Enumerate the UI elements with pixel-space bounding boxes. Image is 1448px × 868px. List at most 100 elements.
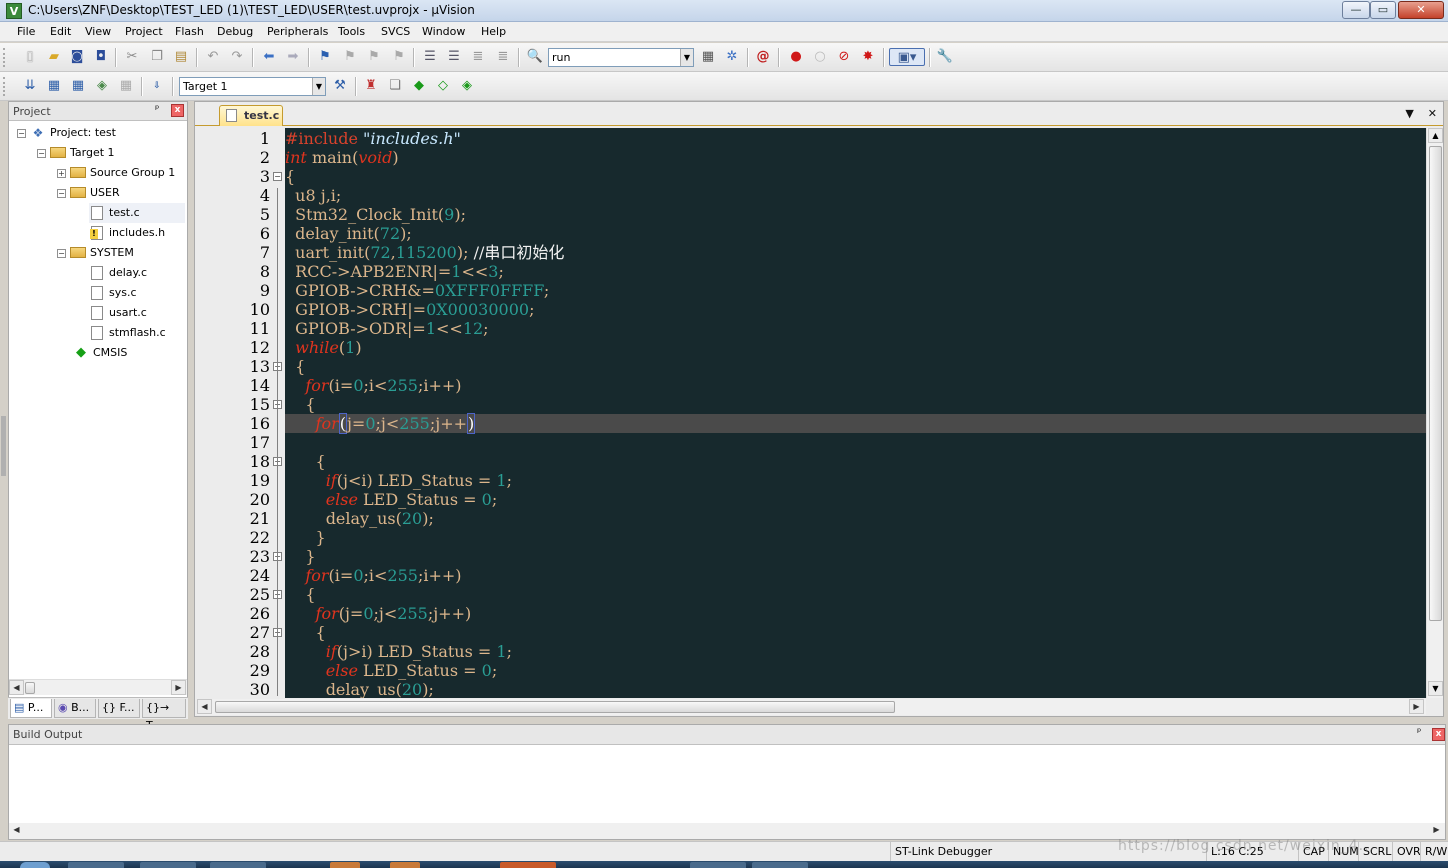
tree-item-cmsis[interactable]: ◆ CMSIS xyxy=(73,343,127,363)
tab-books[interactable]: ◉ B... xyxy=(54,699,96,718)
tab-project[interactable]: ▤ P... xyxy=(10,699,52,718)
tree-item-user-group[interactable]: − USER xyxy=(57,183,120,203)
editor-vscrollbar[interactable]: ▲ ▼ xyxy=(1426,128,1443,698)
start-debug-icon[interactable]: @ xyxy=(753,48,773,66)
code-area[interactable]: #include "includes.h" int main(void) { u… xyxy=(285,128,1426,698)
undo-icon[interactable]: ↶ xyxy=(203,48,223,66)
build-output-hscrollbar[interactable]: ◀ ▶ xyxy=(9,823,1445,839)
tree-item-project[interactable]: − ❖ Project: test xyxy=(17,123,116,143)
tree-item-file[interactable]: includes.h xyxy=(89,223,165,243)
prev-bookmark-icon[interactable]: ⚑ xyxy=(340,48,360,66)
insert-breakpoint-icon[interactable]: ● xyxy=(786,48,806,66)
find-combo[interactable]: run ▼ xyxy=(548,48,694,67)
scroll-down-icon[interactable]: ▼ xyxy=(1428,681,1443,696)
fold-collapse-icon[interactable]: − xyxy=(273,172,282,181)
next-bookmark-icon[interactable]: ⚑ xyxy=(364,48,384,66)
expand-icon[interactable]: + xyxy=(57,168,66,178)
tree-item-source-group[interactable]: + Source Group 1 xyxy=(57,163,175,183)
scroll-thumb[interactable] xyxy=(215,701,895,713)
scroll-thumb[interactable] xyxy=(25,682,35,694)
tree-item-file[interactable]: stmflash.c xyxy=(89,323,166,343)
redo-icon[interactable]: ↷ xyxy=(227,48,247,66)
collapse-icon[interactable]: − xyxy=(17,128,26,138)
enable-breakpoint-icon[interactable]: ○ xyxy=(810,48,830,66)
bookmark-icon[interactable]: ⚑ xyxy=(315,48,335,66)
translate-icon[interactable]: ⇊ xyxy=(20,77,40,95)
scroll-right-icon[interactable]: ▶ xyxy=(1409,699,1424,714)
batch-build-icon[interactable]: ◈ xyxy=(92,77,112,95)
close-panel-icon[interactable]: x xyxy=(171,104,184,117)
pack-installer-icon[interactable]: ◇ xyxy=(433,77,453,95)
maximize-button[interactable]: ▭ xyxy=(1370,1,1396,19)
menu-svcs[interactable]: SVCS xyxy=(381,25,410,38)
target-options-icon[interactable]: ⚒ xyxy=(330,77,350,95)
scroll-up-icon[interactable]: ▲ xyxy=(1428,128,1443,143)
editor-hscrollbar[interactable]: ◀ ▶ xyxy=(197,699,1426,715)
scroll-left-icon[interactable]: ◀ xyxy=(9,680,24,695)
target-select[interactable]: Target 1 ▼ xyxy=(179,77,326,96)
manage-project-items-icon[interactable]: ♜ xyxy=(361,77,381,95)
tree-item-file[interactable]: test.c xyxy=(89,203,185,223)
manage-runtime-icon[interactable]: ◆ xyxy=(409,77,429,95)
taskbar-item[interactable] xyxy=(690,862,746,868)
close-editor-icon[interactable]: ✕ xyxy=(1428,107,1437,120)
stop-build-icon[interactable]: ▦ xyxy=(116,77,136,95)
paste-icon[interactable]: ▤ xyxy=(171,48,191,66)
tree-item-file[interactable]: sys.c xyxy=(89,283,137,303)
find-icon[interactable]: ▦ xyxy=(698,48,718,66)
taskbar-item[interactable] xyxy=(330,862,360,868)
tab-functions[interactable]: {} F... xyxy=(98,699,140,718)
tab-templates[interactable]: {}→ T... xyxy=(142,699,186,732)
navigate-back-icon[interactable]: ⬅ xyxy=(259,48,279,66)
tab-test-c[interactable]: test.c xyxy=(219,105,283,126)
collapse-icon[interactable]: − xyxy=(57,188,66,198)
dock-splitter[interactable] xyxy=(1,416,6,476)
taskbar-item[interactable] xyxy=(210,862,266,868)
pin-icon[interactable]: ᵖ xyxy=(1417,727,1421,738)
start-button[interactable] xyxy=(20,862,50,868)
save-icon[interactable]: ◙ xyxy=(67,48,87,66)
scroll-thumb[interactable] xyxy=(1429,146,1442,621)
menu-tools[interactable]: Tools xyxy=(338,25,365,38)
taskbar-item[interactable] xyxy=(390,862,420,868)
project-hscrollbar[interactable]: ◀ ▶ xyxy=(9,679,187,695)
menu-peripherals[interactable]: Peripherals xyxy=(267,25,328,38)
menu-file[interactable]: File xyxy=(17,25,35,38)
pin-icon[interactable]: ᵖ xyxy=(155,104,167,118)
menu-debug[interactable]: Debug xyxy=(217,25,253,38)
menu-edit[interactable]: Edit xyxy=(50,25,71,38)
cut-icon[interactable]: ✂ xyxy=(122,48,142,66)
close-panel-icon[interactable]: x xyxy=(1432,728,1445,741)
taskbar-item[interactable] xyxy=(752,862,808,868)
pack-update-icon[interactable]: ◈ xyxy=(457,77,477,95)
menu-flash[interactable]: Flash xyxy=(175,25,204,38)
tree-item-target[interactable]: − Target 1 xyxy=(37,143,115,163)
find-in-files-icon[interactable]: 🔍 xyxy=(525,48,545,66)
chevron-down-icon[interactable]: ▼ xyxy=(312,78,325,95)
uncomment-icon[interactable]: ≣ xyxy=(493,48,513,66)
menu-window[interactable]: Window xyxy=(422,25,465,38)
window-layout-icon[interactable]: ▣▾ xyxy=(889,48,925,66)
navigate-forward-icon[interactable]: ➡ xyxy=(283,48,303,66)
select-packs-icon[interactable]: ❏ xyxy=(385,77,405,95)
tab-list-dropdown-icon[interactable]: ▼ xyxy=(1405,107,1413,120)
chevron-down-icon[interactable]: ▼ xyxy=(680,49,693,66)
taskbar-item[interactable] xyxy=(68,862,124,868)
configure-wrench-icon[interactable]: 🔧 xyxy=(935,48,955,66)
tree-item-file[interactable]: delay.c xyxy=(89,263,147,283)
scroll-right-icon[interactable]: ▶ xyxy=(171,680,186,695)
collapse-icon[interactable]: − xyxy=(57,248,66,258)
clear-bookmarks-icon[interactable]: ⚑ xyxy=(389,48,409,66)
open-folder-icon[interactable]: ▰ xyxy=(44,48,64,66)
disable-breakpoints-icon[interactable]: ⊘ xyxy=(834,48,854,66)
copy-icon[interactable]: ❐ xyxy=(147,48,167,66)
scroll-left-icon[interactable]: ◀ xyxy=(197,699,212,714)
indent-icon[interactable]: ☰ xyxy=(420,48,440,66)
taskbar-item[interactable] xyxy=(140,862,196,868)
menu-view[interactable]: View xyxy=(85,25,111,38)
incremental-find-icon[interactable]: ✲ xyxy=(722,48,742,66)
unindent-icon[interactable]: ☰ xyxy=(444,48,464,66)
rebuild-icon[interactable]: ▦ xyxy=(68,77,88,95)
taskbar-item[interactable] xyxy=(500,862,556,868)
tree-item-file[interactable]: usart.c xyxy=(89,303,147,323)
